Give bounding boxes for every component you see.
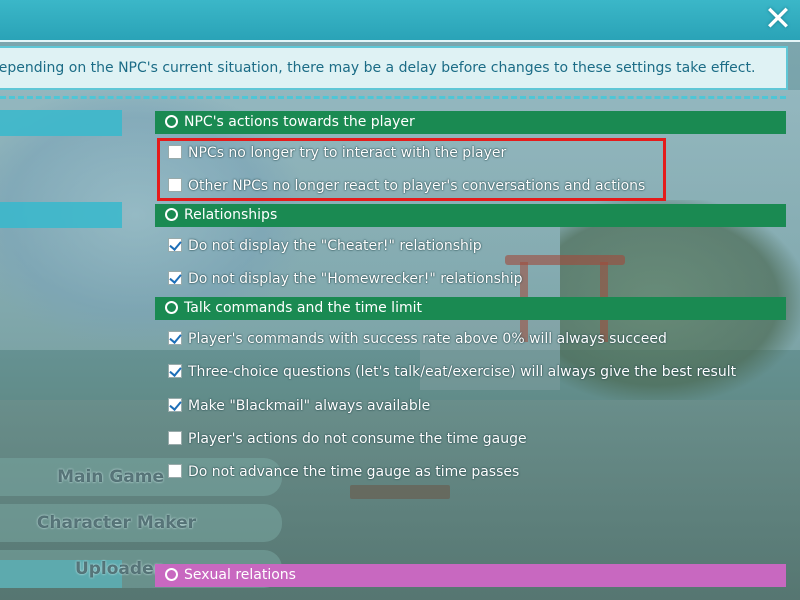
- option-label: Make "Blackmail" always available: [188, 398, 431, 414]
- checkbox-checked[interactable]: [168, 398, 182, 412]
- checkbox[interactable]: [168, 464, 182, 478]
- option-no-advance-time[interactable]: Do not advance the time gauge as time pa…: [168, 461, 519, 483]
- checkbox-checked[interactable]: [168, 271, 182, 285]
- highlight-box: [157, 138, 666, 201]
- section-title: NPC's actions towards the player: [184, 114, 415, 130]
- main-game-label: Main Game: [57, 467, 164, 487]
- option-no-consume-time[interactable]: Player's actions do not consume the time…: [168, 428, 527, 450]
- circle-icon: [165, 568, 178, 581]
- circle-icon: [165, 301, 178, 314]
- section-npc-actions: NPC's actions towards the player: [155, 111, 786, 134]
- circle-icon: [165, 208, 178, 221]
- character-maker-label: Character Maker: [36, 513, 196, 533]
- sidebar-tab: [0, 110, 122, 136]
- option-label: Do not advance the time gauge as time pa…: [188, 464, 520, 480]
- option-hide-homewrecker[interactable]: Do not display the "Homewrecker!" relati…: [168, 268, 523, 290]
- section-title: Sexual relations: [184, 567, 296, 583]
- circle-icon: [165, 115, 178, 128]
- sidebar-tab: [0, 202, 122, 228]
- section-title: Relationships: [184, 207, 278, 223]
- option-blackmail-available[interactable]: Make "Blackmail" always available: [168, 395, 430, 417]
- section-talk-commands: Talk commands and the time limit: [155, 297, 786, 320]
- checkbox-checked[interactable]: [168, 364, 182, 378]
- settings-notice: Depending on the NPC's current situation…: [0, 46, 788, 90]
- section-title: Talk commands and the time limit: [184, 300, 422, 316]
- checkbox-checked[interactable]: [168, 238, 182, 252]
- option-label: Do not display the "Cheater!" relationsh…: [188, 238, 482, 254]
- checkbox-checked[interactable]: [168, 331, 182, 345]
- option-label: Player's commands with success rate abov…: [188, 331, 667, 347]
- option-label: Do not display the "Homewrecker!" relati…: [188, 271, 523, 287]
- section-sexual-relations: Sexual relations: [155, 564, 786, 587]
- section-relationships: Relationships: [155, 204, 786, 227]
- option-hide-cheater[interactable]: Do not display the "Cheater!" relationsh…: [168, 235, 482, 257]
- close-icon[interactable]: ✕: [762, 2, 794, 36]
- character-maker-button[interactable]: Character Maker: [0, 504, 282, 542]
- divider: [0, 96, 786, 99]
- option-commands-succeed[interactable]: Player's commands with success rate abov…: [168, 328, 667, 350]
- option-label: Player's actions do not consume the time…: [188, 431, 527, 447]
- option-three-choice-best[interactable]: Three-choice questions (let's talk/eat/e…: [168, 361, 736, 383]
- checkbox[interactable]: [168, 431, 182, 445]
- uploader-label: Uploader: [74, 559, 162, 579]
- notice-text: Depending on the NPC's current situation…: [0, 60, 756, 76]
- option-label: Three-choice questions (let's talk/eat/e…: [188, 364, 737, 380]
- title-bar: ✕: [0, 0, 800, 42]
